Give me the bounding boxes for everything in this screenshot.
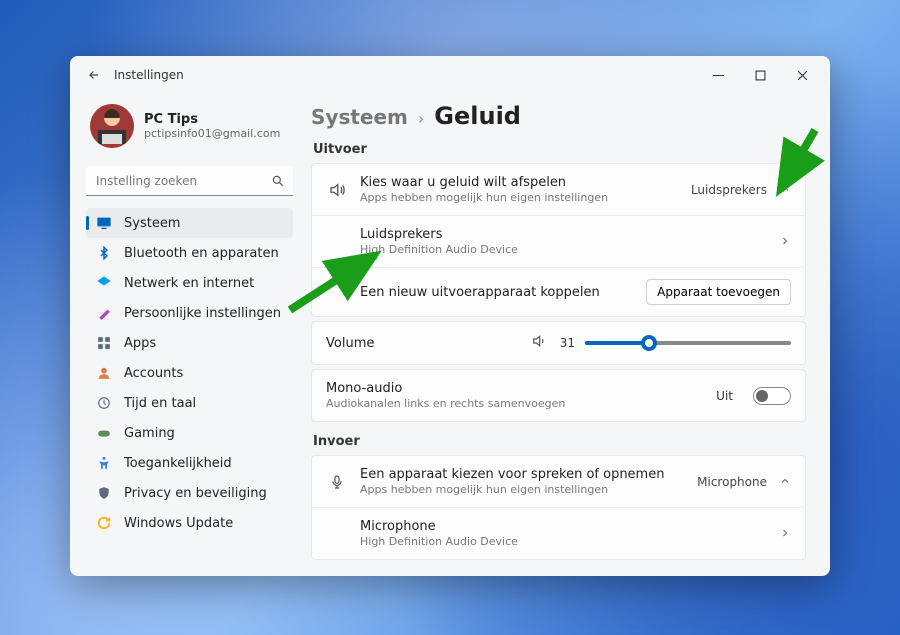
input-section-label: Invoer	[313, 434, 806, 449]
microphone-icon	[326, 474, 348, 490]
breadcrumb-parent[interactable]: Systeem	[311, 105, 408, 129]
mono-toggle[interactable]	[753, 387, 791, 405]
input-select-row[interactable]: Een apparaat kiezen voor spreken of opne…	[312, 456, 805, 507]
chevron-right-icon	[779, 232, 791, 251]
nav-systeem[interactable]: Systeem	[86, 208, 293, 238]
apps-icon	[96, 335, 112, 351]
nav-list: Systeem Bluetooth en apparaten Netwerk e…	[86, 208, 293, 538]
row-title: Kies waar u geluid wilt afspelen	[360, 175, 679, 190]
row-subtitle: Apps hebben mogelijk hun eigen instellin…	[360, 191, 679, 204]
search-input[interactable]	[86, 166, 293, 196]
row-title: Een apparaat kiezen voor spreken of opne…	[360, 467, 685, 482]
volume-card: Volume 31	[311, 321, 806, 365]
titlebar: Instellingen	[70, 56, 830, 94]
speaker-icon	[326, 181, 348, 199]
search-box[interactable]	[86, 166, 293, 196]
back-button[interactable]	[78, 59, 110, 91]
sidebar: PC Tips pctipsinfo01@gmail.com Systeem B…	[70, 94, 305, 576]
chevron-right-icon: ›	[418, 109, 424, 128]
pair-output-row: Een nieuw uitvoerapparaat koppelen Appar…	[312, 267, 805, 316]
nav-label: Toegankelijkheid	[124, 456, 232, 471]
profile[interactable]: PC Tips pctipsinfo01@gmail.com	[86, 98, 293, 162]
nav-label: Tijd en taal	[124, 396, 196, 411]
row-subtitle: Audiokanalen links en rechts samenvoegen	[326, 397, 704, 410]
input-device-row[interactable]: Microphone High Definition Audio Device	[312, 507, 805, 559]
time-icon	[96, 395, 112, 411]
chevron-up-icon	[779, 180, 791, 199]
content: Systeem › Geluid Uitvoer Kies waar u gel…	[305, 94, 830, 576]
accounts-icon	[96, 365, 112, 381]
nav-persoonlijk[interactable]: Persoonlijke instellingen	[86, 298, 293, 328]
row-title: Luidsprekers	[360, 227, 767, 242]
nav-tijd[interactable]: Tijd en taal	[86, 388, 293, 418]
minimize-button[interactable]	[698, 60, 738, 90]
search-icon	[271, 173, 285, 192]
window-controls	[698, 60, 822, 90]
nav-label: Bluetooth en apparaten	[124, 246, 279, 261]
nav-label: Systeem	[124, 216, 180, 231]
nav-label: Netwerk en internet	[124, 276, 254, 291]
nav-label: Privacy en beveiliging	[124, 486, 267, 501]
system-icon	[96, 215, 112, 231]
nav-privacy[interactable]: Privacy en beveiliging	[86, 478, 293, 508]
breadcrumb: Systeem › Geluid	[311, 102, 806, 130]
nav-netwerk[interactable]: Netwerk en internet	[86, 268, 293, 298]
input-card: Een apparaat kiezen voor spreken of opne…	[311, 455, 806, 560]
volume-icon[interactable]	[531, 333, 547, 353]
volume-slider[interactable]	[585, 341, 791, 345]
input-device-value: Microphone	[697, 475, 767, 489]
mono-row[interactable]: Mono-audio Audiokanalen links en rechts …	[312, 370, 805, 421]
output-select-row[interactable]: Kies waar u geluid wilt afspelen Apps he…	[312, 164, 805, 215]
row-subtitle: High Definition Audio Device	[360, 243, 767, 256]
chevron-right-icon	[779, 524, 791, 543]
profile-email: pctipsinfo01@gmail.com	[144, 127, 280, 140]
accessibility-icon	[96, 455, 112, 471]
row-title: Een nieuw uitvoerapparaat koppelen	[360, 285, 634, 300]
add-device-button[interactable]: Apparaat toevoegen	[646, 279, 791, 305]
row-subtitle: Apps hebben mogelijk hun eigen instellin…	[360, 483, 685, 496]
avatar	[90, 104, 134, 148]
nav-toegankelijkheid[interactable]: Toegankelijkheid	[86, 448, 293, 478]
update-icon	[96, 515, 112, 531]
toggle-state: Uit	[716, 389, 733, 403]
profile-name: PC Tips	[144, 112, 280, 127]
row-title: Volume	[326, 336, 519, 351]
maximize-button[interactable]	[740, 60, 780, 90]
personalize-icon	[96, 305, 112, 321]
nav-label: Apps	[124, 336, 156, 351]
output-card: Kies waar u geluid wilt afspelen Apps he…	[311, 163, 806, 317]
privacy-icon	[96, 485, 112, 501]
chevron-up-icon	[779, 472, 791, 491]
nav-update[interactable]: Windows Update	[86, 508, 293, 538]
settings-window: Instellingen PC Tips pctipsinfo01@gmail.…	[70, 56, 830, 576]
row-subtitle: High Definition Audio Device	[360, 535, 767, 548]
row-title: Mono-audio	[326, 381, 704, 396]
network-icon	[96, 275, 112, 291]
nav-label: Windows Update	[124, 516, 233, 531]
close-button[interactable]	[782, 60, 822, 90]
volume-value: 31	[557, 336, 575, 350]
nav-label: Persoonlijke instellingen	[124, 306, 281, 321]
page-title: Geluid	[434, 102, 521, 130]
output-section-label: Uitvoer	[313, 142, 806, 157]
gaming-icon	[96, 425, 112, 441]
mono-card: Mono-audio Audiokanalen links en rechts …	[311, 369, 806, 422]
bluetooth-icon	[96, 245, 112, 261]
output-device-value: Luidsprekers	[691, 183, 767, 197]
window-title: Instellingen	[114, 68, 184, 82]
nav-accounts[interactable]: Accounts	[86, 358, 293, 388]
nav-label: Accounts	[124, 366, 183, 381]
nav-bluetooth[interactable]: Bluetooth en apparaten	[86, 238, 293, 268]
nav-apps[interactable]: Apps	[86, 328, 293, 358]
row-title: Microphone	[360, 519, 767, 534]
nav-gaming[interactable]: Gaming	[86, 418, 293, 448]
nav-label: Gaming	[124, 426, 175, 441]
output-device-row[interactable]: Luidsprekers High Definition Audio Devic…	[312, 215, 805, 267]
volume-row: Volume 31	[312, 322, 805, 364]
